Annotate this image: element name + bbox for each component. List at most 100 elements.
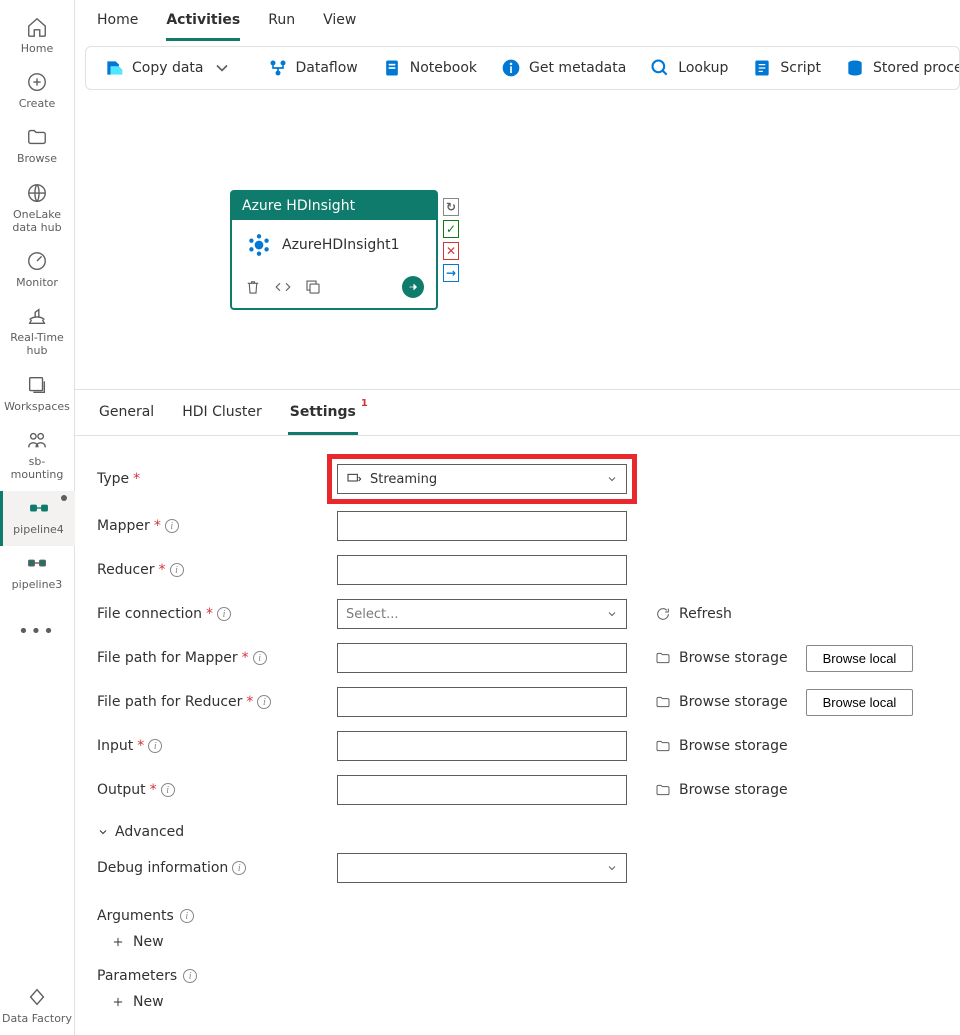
browse-storage-input[interactable]: Browse storage: [655, 738, 788, 754]
modified-dot-icon: [61, 495, 67, 501]
advanced-toggle[interactable]: Advanced: [97, 812, 938, 846]
menu-view[interactable]: View: [323, 8, 356, 38]
node-body: AzureHDInsight1: [232, 220, 436, 270]
copy-icon[interactable]: [304, 278, 322, 296]
chevron-down-icon: [606, 862, 618, 874]
folder-icon: [655, 782, 671, 798]
delete-icon[interactable]: [244, 278, 262, 296]
chevron-down-icon: [606, 608, 618, 620]
info-icon[interactable]: i: [232, 861, 246, 875]
file-connection-select[interactable]: Select...: [337, 599, 627, 629]
info-icon[interactable]: i: [170, 563, 184, 577]
folder-icon: [655, 650, 671, 666]
mapper-label: Mapper* i: [97, 518, 337, 534]
browse-local-reducer-button[interactable]: Browse local: [806, 689, 914, 716]
browse-storage-mapper[interactable]: Browse storage: [655, 650, 788, 666]
toolbar-stored-procedure[interactable]: Stored procedu: [835, 52, 960, 84]
info-icon[interactable]: i: [183, 969, 197, 983]
folder-icon: [655, 738, 671, 754]
nav-create[interactable]: Create: [0, 65, 75, 120]
toolbar-get-metadata[interactable]: Get metadata: [491, 52, 636, 84]
node-header: Azure HDInsight: [232, 192, 436, 220]
node-ports: ↻ ✓ ✕ →: [443, 198, 459, 282]
menu-activities[interactable]: Activities: [166, 8, 240, 41]
browse-storage-output[interactable]: Browse storage: [655, 782, 788, 798]
file-path-mapper-input[interactable]: [337, 643, 627, 673]
output-field[interactable]: [337, 775, 627, 805]
menu-run[interactable]: Run: [268, 8, 295, 38]
folder-icon: [655, 694, 671, 710]
file-path-reducer-input[interactable]: [337, 687, 627, 717]
port-success[interactable]: ✓: [443, 220, 459, 238]
info-icon[interactable]: i: [253, 651, 267, 665]
toolbar-lookup[interactable]: Lookup: [640, 52, 738, 84]
activity-node-azure-hdinsight[interactable]: Azure HDInsight AzureHDInsight1: [230, 190, 438, 310]
activities-toolbar: Copy data Dataflow Notebook Get metadata…: [85, 46, 960, 90]
mapper-input[interactable]: [337, 511, 627, 541]
refresh-icon: [655, 606, 671, 622]
nav-workspaces[interactable]: Workspaces: [0, 368, 75, 423]
add-parameter-button[interactable]: New: [97, 984, 938, 1010]
nav-browse[interactable]: Browse: [0, 120, 75, 175]
info-icon[interactable]: i: [161, 783, 175, 797]
toolbar-dataflow[interactable]: Dataflow: [258, 52, 368, 84]
nav-realtime[interactable]: Real-Time hub: [0, 299, 75, 367]
run-button[interactable]: [402, 276, 424, 298]
nav-data-factory[interactable]: Data Factory: [0, 980, 75, 1035]
left-nav-rail: Home Create Browse OneLake data hub Moni…: [0, 0, 75, 1035]
tab-settings[interactable]: Settings 1: [288, 404, 358, 435]
toolbar-copy-data[interactable]: Copy data: [94, 52, 242, 84]
tab-hdi-cluster[interactable]: HDI Cluster: [180, 404, 264, 435]
add-argument-button[interactable]: New: [97, 924, 938, 950]
chevron-down-icon: [212, 58, 232, 78]
settings-panel-tabs: General HDI Cluster Settings 1: [75, 390, 960, 436]
browse-local-mapper-button[interactable]: Browse local: [806, 645, 914, 672]
input-field[interactable]: [337, 731, 627, 761]
arguments-title: Arguments i: [97, 908, 938, 924]
info-icon[interactable]: i: [180, 909, 194, 923]
tab-general[interactable]: General: [97, 404, 156, 435]
reducer-input[interactable]: [337, 555, 627, 585]
nav-pipeline3[interactable]: pipeline3: [0, 546, 75, 601]
input-label: Input* i: [97, 738, 337, 754]
nav-more[interactable]: •••: [18, 601, 56, 662]
content-area: Home Activities Run View Copy data Dataf…: [75, 0, 960, 1035]
plus-icon: [111, 935, 125, 949]
chevron-down-icon: [97, 826, 109, 838]
refresh-button[interactable]: Refresh: [655, 606, 732, 622]
plus-icon: [111, 995, 125, 1009]
nav-home[interactable]: Home: [0, 10, 75, 65]
hdinsight-icon: [246, 232, 272, 258]
nav-onelake[interactable]: OneLake data hub: [0, 176, 75, 244]
type-label: Type*: [97, 471, 337, 487]
toolbar-script[interactable]: Script: [742, 52, 831, 84]
nav-pipeline4[interactable]: pipeline4: [0, 491, 75, 546]
debug-info-select[interactable]: [337, 853, 627, 883]
node-footer: [232, 270, 436, 308]
pipeline-canvas[interactable]: Azure HDInsight AzureHDInsight1 ↻ ✓ ✕ →: [75, 90, 960, 390]
type-select[interactable]: Streaming: [337, 464, 627, 494]
file-connection-label: File connection* i: [97, 606, 337, 622]
top-menu: Home Activities Run View: [75, 0, 960, 40]
code-icon[interactable]: [274, 278, 292, 296]
file-path-reducer-label: File path for Reducer* i: [97, 694, 337, 710]
file-path-mapper-label: File path for Mapper* i: [97, 650, 337, 666]
parameters-title: Parameters i: [97, 968, 938, 984]
info-icon[interactable]: i: [148, 739, 162, 753]
info-icon[interactable]: i: [165, 519, 179, 533]
info-icon[interactable]: i: [217, 607, 231, 621]
port-completion[interactable]: →: [443, 264, 459, 282]
menu-home[interactable]: Home: [97, 8, 138, 38]
reducer-label: Reducer* i: [97, 562, 337, 578]
error-badge: 1: [361, 398, 368, 409]
port-loop[interactable]: ↻: [443, 198, 459, 216]
output-label: Output* i: [97, 782, 337, 798]
nav-monitor[interactable]: Monitor: [0, 244, 75, 299]
debug-info-label: Debug information i: [97, 860, 337, 876]
browse-storage-reducer[interactable]: Browse storage: [655, 694, 788, 710]
nav-sb-mounting[interactable]: sb- mounting: [0, 423, 75, 491]
toolbar-notebook[interactable]: Notebook: [372, 52, 487, 84]
port-failure[interactable]: ✕: [443, 242, 459, 260]
settings-form: Type* Streaming Mapper* i Reducer* i: [75, 436, 960, 1028]
info-icon[interactable]: i: [257, 695, 271, 709]
